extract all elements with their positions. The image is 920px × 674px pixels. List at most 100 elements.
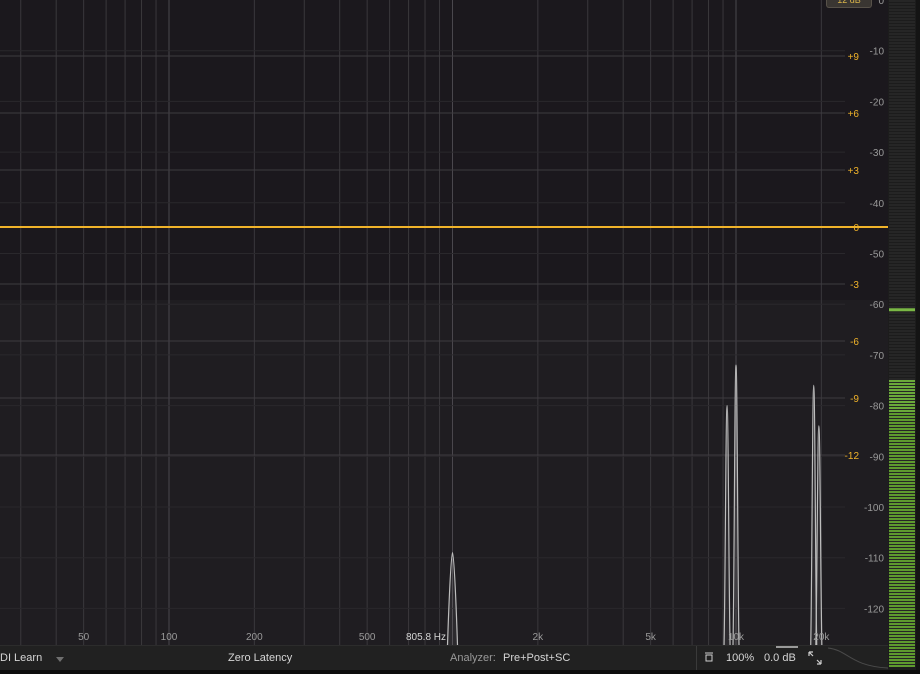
resize-arrows-icon[interactable] <box>808 651 822 668</box>
meter-lit-segment <box>889 656 915 658</box>
meter-segment <box>889 318 915 320</box>
meter-lit-segment <box>889 389 915 391</box>
meter-segment <box>889 162 915 164</box>
meter-segment <box>889 123 915 125</box>
meter-lit-segment <box>889 437 915 439</box>
meter-segment <box>889 168 915 170</box>
meter-lit-segment <box>889 494 915 496</box>
meter-segment <box>889 273 915 275</box>
meter-segment <box>889 261 915 263</box>
meter-lit-segment <box>889 401 915 403</box>
meter-lit-segment <box>889 644 915 646</box>
meter-lit-segment <box>889 647 915 649</box>
meter-segment <box>889 15 915 17</box>
meter-lit-segment <box>889 479 915 481</box>
meter-segment <box>889 204 915 206</box>
dropdown-triangle-icon[interactable] <box>56 654 64 666</box>
freq-axis-label: 2k <box>533 632 545 643</box>
meter-lit-segment <box>889 512 915 514</box>
midi-learn-button[interactable]: DI Learn <box>0 652 42 664</box>
meter-segment <box>889 303 915 305</box>
latency-mode-button[interactable]: Zero Latency <box>228 652 292 664</box>
meter-segment <box>889 126 915 128</box>
meter-segment <box>889 0 915 2</box>
meter-lit-segment <box>889 443 915 445</box>
meter-lit-segment <box>889 509 915 511</box>
freq-axis-label: 20k <box>813 632 830 643</box>
meter-segment <box>889 36 915 38</box>
meter-segment <box>889 330 915 332</box>
meter-lit-segment <box>889 398 915 400</box>
meter-segment <box>889 117 915 119</box>
meter-segment <box>889 228 915 230</box>
meter-segment <box>889 81 915 83</box>
output-gain-value[interactable]: 0.0 dB <box>764 652 796 664</box>
meter-segment <box>889 291 915 293</box>
meter-lit-segment <box>889 500 915 502</box>
meter-lit-segment <box>889 563 915 565</box>
scale-icon[interactable] <box>704 652 714 665</box>
meter-segment <box>889 357 915 359</box>
meter-edge <box>916 0 920 670</box>
meter-lit-segment <box>889 638 915 640</box>
meter-lit-segment <box>889 551 915 553</box>
meter-lit-segment <box>889 593 915 595</box>
meter-lit-segment <box>889 587 915 589</box>
meter-lit-segment <box>889 491 915 493</box>
meter-segment <box>889 138 915 140</box>
meter-segment <box>889 300 915 302</box>
meter-segment <box>889 90 915 92</box>
meter-segment <box>889 189 915 191</box>
spectrum-scale-label: -20 <box>870 97 885 108</box>
meter-lit-segment <box>889 602 915 604</box>
window-bottom-edge <box>0 670 920 674</box>
spectrum-scale-label: -70 <box>870 351 885 362</box>
meter-lit-segment <box>889 476 915 478</box>
meter-lit-segment <box>889 449 915 451</box>
gain-scale-label: +6 <box>848 109 860 120</box>
meter-lit-segment <box>889 578 915 580</box>
meter-segment <box>889 279 915 281</box>
meter-segment <box>889 30 915 32</box>
meter-segment <box>889 195 915 197</box>
spectrum-scale-label: 0 <box>878 0 884 7</box>
freq-axis-label: 50 <box>78 632 90 643</box>
spectrum-scale-label: -90 <box>870 452 885 463</box>
meter-segment <box>889 324 915 326</box>
display-range-badge[interactable]: 12 dB <box>826 0 872 8</box>
meter-segment <box>889 327 915 329</box>
spectrum-analyzer[interactable]: +9+6+30-3-6-9-120-10-20-30-40-50-60-70-8… <box>0 0 888 645</box>
meter-segment <box>889 342 915 344</box>
meter-segment <box>889 351 915 353</box>
meter-segment <box>889 372 915 374</box>
meter-lit-segment <box>889 485 915 487</box>
meter-segment <box>889 135 915 137</box>
meter-lit-segment <box>889 620 915 622</box>
meter-segment <box>889 159 915 161</box>
meter-segment <box>889 264 915 266</box>
meter-segment <box>889 177 915 179</box>
spectrum-scale-label: -120 <box>864 604 884 615</box>
zoom-value[interactable]: 100% <box>726 652 754 664</box>
meter-segment <box>889 249 915 251</box>
meter-lit-segment <box>889 572 915 574</box>
meter-segment <box>889 69 915 71</box>
meter-segment <box>889 132 915 134</box>
meter-lit-segment <box>889 428 915 430</box>
meter-lit-segment <box>889 659 915 661</box>
meter-segment <box>889 186 915 188</box>
meter-lit-segment <box>889 629 915 631</box>
analyzer-mode-button[interactable]: Pre+Post+SC <box>503 652 570 664</box>
meter-segment <box>889 378 915 380</box>
meter-lit-segment <box>889 434 915 436</box>
meter-segment <box>889 84 915 86</box>
meter-lit-segment <box>889 584 915 586</box>
meter-lit-segment <box>889 464 915 466</box>
meter-segment <box>889 321 915 323</box>
meter-segment <box>889 270 915 272</box>
meter-lit-segment <box>889 557 915 559</box>
freq-axis-label: 5k <box>645 632 657 643</box>
meter-segment <box>889 222 915 224</box>
meter-lit-segment <box>889 392 915 394</box>
bottom-bar: DI Learn Zero Latency Analyzer: Pre+Post… <box>0 645 888 671</box>
